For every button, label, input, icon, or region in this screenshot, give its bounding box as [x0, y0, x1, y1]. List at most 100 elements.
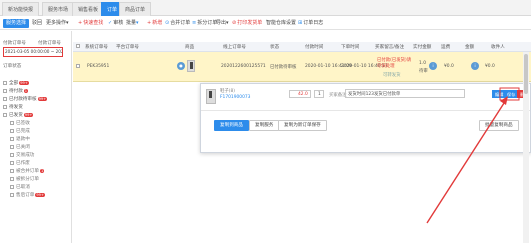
count-badge: 99+: [37, 96, 48, 101]
chevron-down-icon: ▾: [226, 20, 229, 26]
table-header: 系统订单号 平台订单号 商品 线上订单号 状态 付款时间 下单时间 买家留言/备…: [73, 42, 531, 52]
checkbox[interactable]: [10, 136, 14, 141]
warehouse-settings-button[interactable]: 智能仓库设置: [266, 19, 296, 28]
col-platform-order-no[interactable]: 平台订单号: [116, 44, 139, 50]
tab-service-market[interactable]: 服务市场: [42, 2, 75, 16]
buyer-remark: 已付款(已发货)请尽快处理: [377, 58, 412, 69]
checkbox[interactable]: [10, 144, 14, 149]
filter-subitem[interactable]: 已取消: [10, 184, 30, 192]
product-thumbnail[interactable]: [187, 60, 195, 72]
chevron-down-icon: ▾: [66, 20, 69, 26]
checkbox[interactable]: [10, 160, 14, 165]
checkbox[interactable]: [3, 112, 7, 117]
col-system-order-no[interactable]: 系统订单号: [85, 44, 108, 50]
user-avatar: ●: [177, 62, 185, 70]
filter-subitem[interactable]: 售后订单 99+: [10, 192, 45, 200]
scrollbar-thumb[interactable]: [524, 54, 528, 94]
checkbox[interactable]: [10, 176, 14, 181]
col-order-time[interactable]: 下单时间: [341, 44, 359, 50]
item-code[interactable]: F1701900073: [220, 95, 250, 100]
checkbox[interactable]: [10, 120, 14, 125]
col-pay-time[interactable]: 付款时间: [305, 44, 323, 50]
filter-subitem[interactable]: 被拆分订单: [10, 176, 39, 184]
filter-item-to-ship[interactable]: 待发货: [3, 104, 23, 112]
checkbox[interactable]: [3, 80, 7, 85]
service-select-button[interactable]: 服务选择: [3, 19, 30, 28]
count-badge: 99+: [19, 80, 29, 85]
more-actions-button[interactable]: 更多操作▾: [46, 19, 69, 28]
filter-subitem[interactable]: 被合并订单 1: [10, 168, 45, 176]
filter-subitem[interactable]: 交易成功: [10, 152, 34, 160]
split-orders-button[interactable]: ≡拆分订单: [192, 19, 217, 28]
plus-icon: +: [78, 20, 83, 26]
tab-new-features[interactable]: 新功能快报: [2, 2, 40, 16]
table-row[interactable]: PEK35951 ● 2020122600125571 已付款待审核 2020-…: [73, 52, 531, 82]
filter-subitem[interactable]: 已签收: [10, 120, 30, 128]
tab-product-orders[interactable]: 商品订单: [119, 2, 152, 16]
order-no: PEK35951: [87, 64, 110, 69]
quick-search-button[interactable]: +快速查找: [78, 19, 103, 28]
price-input[interactable]: 42.0: [289, 90, 311, 98]
col-paid-amount[interactable]: 实付金额: [413, 44, 431, 50]
plus-icon: +: [147, 20, 152, 26]
merge-icon: ⊙: [165, 20, 170, 26]
checkbox[interactable]: [10, 152, 14, 157]
log-icon: ⊞: [298, 20, 303, 26]
chevron-down-icon: ▾: [136, 20, 139, 26]
checkbox[interactable]: [10, 192, 14, 197]
print-shipping-button[interactable]: ⊘打印发货单: [232, 19, 262, 28]
add-button[interactable]: +新增: [147, 19, 162, 28]
filter-subitem[interactable]: 已完成: [10, 128, 30, 136]
col-online-order-no[interactable]: 线上订单号: [223, 44, 246, 50]
quantity-input[interactable]: 1: [314, 90, 324, 98]
filter-label-left: 付款订单号: [3, 41, 26, 46]
checkbox[interactable]: [3, 104, 7, 109]
order-status-label: 订单状态: [3, 64, 22, 69]
col-freight[interactable]: 运费: [441, 44, 450, 50]
copy-service-button[interactable]: 复制服务: [249, 120, 280, 131]
filter-label-right: 付款订单号: [38, 41, 61, 46]
select-all-checkbox[interactable]: [76, 44, 81, 50]
filter-subitem[interactable]: 退款中: [10, 136, 30, 144]
checkbox[interactable]: [10, 184, 14, 189]
reject-button[interactable]: 驳回: [32, 19, 42, 28]
info-icon[interactable]: i: [471, 62, 479, 70]
batch-copy-products-button[interactable]: 批量复制商品: [479, 120, 519, 131]
checkbox[interactable]: [10, 128, 14, 133]
row-checkbox[interactable]: [76, 64, 81, 70]
tab-sales-board[interactable]: 销售看板: [72, 2, 105, 16]
online-order-no: 2020122600125571: [221, 64, 266, 69]
filter-item-shipped[interactable]: 已发货 99+: [3, 112, 34, 120]
filter-item-all[interactable]: 全部 99+: [3, 80, 29, 88]
batch-button[interactable]: 批量▾: [126, 19, 140, 28]
order-detail-popup: 鞋子(8) F1701900073 42.0 1 买家备注 发货时间123发货已…: [200, 83, 531, 153]
col-receiver[interactable]: 收件人: [491, 44, 505, 50]
filter-subitem[interactable]: 已作废: [10, 160, 30, 168]
status-badge: 已付款待审核: [270, 65, 297, 70]
order-log-button[interactable]: ⊞订单日志: [298, 19, 323, 28]
col-remark[interactable]: 买家留言/备注: [375, 44, 404, 50]
vertical-scrollbar[interactable]: [523, 52, 529, 243]
review-button[interactable]: ✓审核: [108, 19, 123, 28]
export-button[interactable]: 导出▾: [216, 19, 229, 28]
col-product[interactable]: 商品: [185, 44, 194, 50]
count-badge: 99+: [35, 192, 45, 197]
remark-input[interactable]: 发货时间123发货已付款单: [345, 89, 465, 98]
remark-sub: 可转发货: [383, 73, 401, 78]
info-icon[interactable]: i: [429, 62, 437, 70]
date-range-input[interactable]: 2021-03-05 00:00:00 ~ 2021-03-08 23:59:5…: [3, 47, 63, 57]
checkbox[interactable]: [3, 96, 7, 101]
copy-as-new-order-button[interactable]: 复制为新订单保存: [278, 120, 327, 131]
checkbox[interactable]: [10, 168, 14, 173]
copy-to-product-button[interactable]: 复制到商品: [214, 120, 249, 131]
order-toolbar: 服务选择 驳回 更多操作▾ +快速查找 ✓审核 批量▾ +新增 ⊙合并订单 ≡拆…: [0, 16, 531, 30]
checkbox[interactable]: [3, 88, 7, 93]
col-status[interactable]: 状态: [270, 44, 279, 50]
filter-item-paid-pending[interactable]: 已付款待审核 99+: [3, 96, 48, 104]
col-amount[interactable]: 金额: [465, 44, 474, 50]
count-badge: 1: [23, 88, 29, 93]
merge-orders-button[interactable]: ⊙合并订单: [165, 19, 190, 28]
filter-item-unpaid[interactable]: 待付款 1: [3, 88, 29, 96]
filter-subitem[interactable]: 已关闭: [10, 144, 30, 152]
split-icon: ≡: [192, 20, 197, 26]
